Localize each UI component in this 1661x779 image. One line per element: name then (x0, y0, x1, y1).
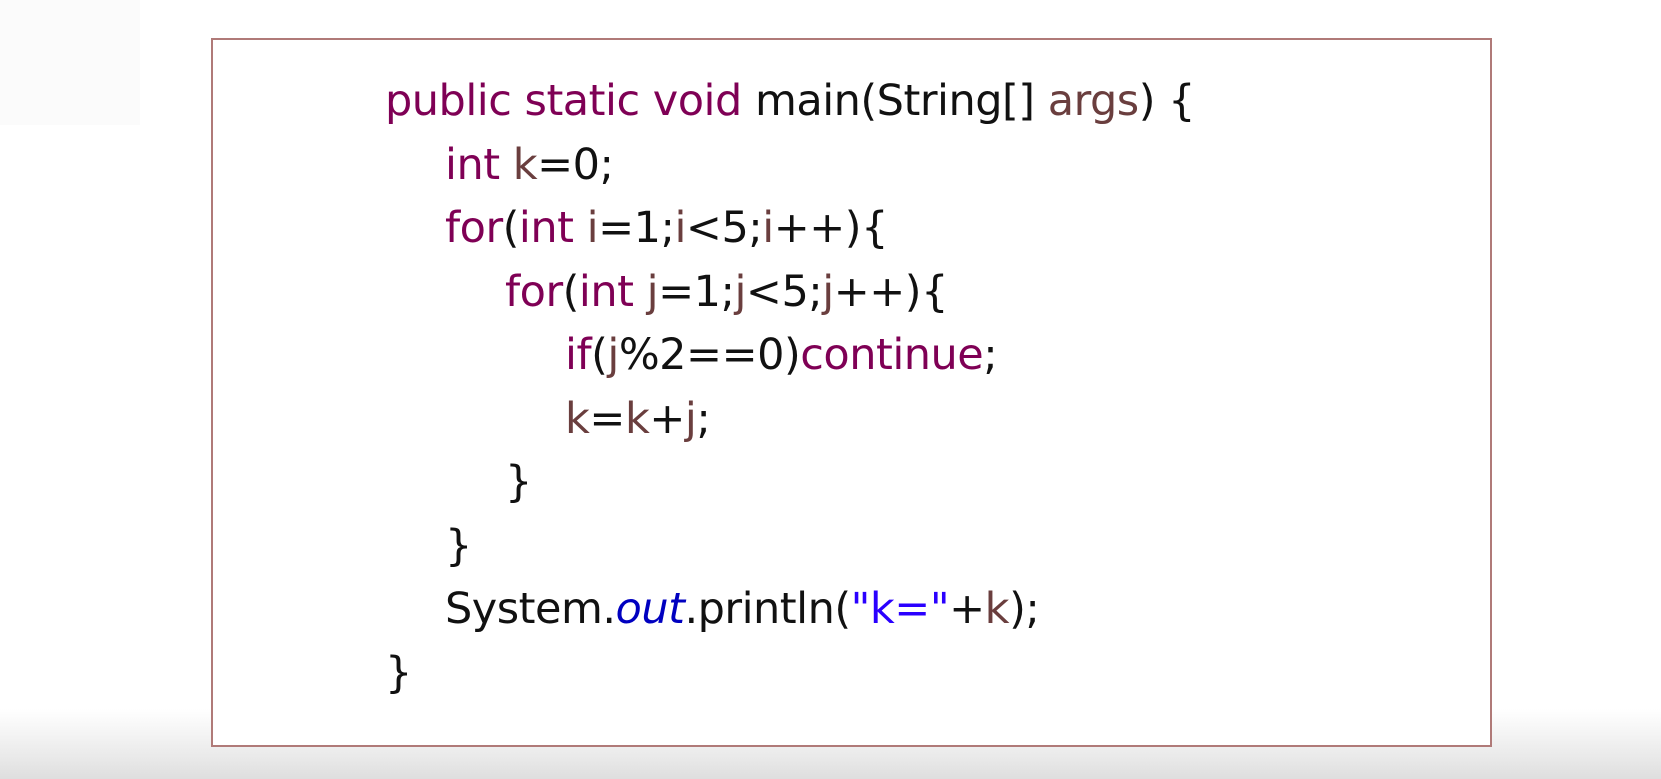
code-text: ++){ (773, 203, 889, 253)
code-text: } (385, 647, 412, 698)
code-variable: j (646, 266, 659, 317)
code-text: ( (591, 330, 608, 380)
code-text: = (589, 393, 625, 444)
code-text: ; (696, 393, 711, 444)
code-text: ( (502, 203, 520, 253)
code-variable: i (762, 203, 774, 253)
background-shade (0, 0, 140, 125)
code-listing: public static void main(String[] args) {… (385, 70, 1196, 706)
code-keyword: for (505, 266, 563, 317)
code-string: "k=" (850, 584, 950, 634)
code-text: + (649, 393, 685, 444)
code-text: =1; (598, 203, 675, 253)
code-variable: k (512, 139, 538, 190)
code-line: System.out.println("k="+k); (385, 578, 1195, 642)
code-text: ; (983, 330, 998, 380)
code-text: ) { (1138, 76, 1196, 126)
code-line: for(int i=1;i<5;i++){ (385, 197, 1195, 261)
code-variable: k (565, 393, 590, 444)
code-variable: i (586, 203, 599, 253)
code-line: int k=0; (385, 134, 1195, 198)
code-text: %2==0) (618, 330, 801, 380)
code-text: } (445, 520, 472, 571)
code-line: if(j%2==0)continue; (385, 324, 1195, 388)
code-text: ++){ (833, 266, 949, 317)
code-text: .println( (684, 584, 851, 634)
code-keyword: continue (800, 330, 984, 380)
code-variable: k (624, 393, 650, 444)
code-variable: args (1047, 76, 1139, 126)
code-variable: j (822, 266, 834, 317)
code-line: public static void main(String[] args) { (385, 70, 1196, 134)
code-variable: j (607, 330, 619, 380)
code-listing-box: public static void main(String[] args) {… (211, 38, 1492, 747)
code-keyword: int (518, 203, 587, 253)
code-text: System. (445, 584, 616, 634)
code-text: <5; (685, 203, 763, 253)
code-text: =0; (537, 139, 614, 190)
code-variable: j (734, 266, 746, 317)
code-line: for(int j=1;j<5;j++){ (385, 261, 1195, 325)
code-text: + (949, 584, 985, 634)
code-keyword: for (445, 203, 503, 253)
code-line: } (385, 515, 1195, 579)
code-line: } (385, 642, 1195, 706)
code-variable: j (684, 393, 697, 444)
code-keyword: if (565, 330, 592, 380)
code-line: k=k+j; (385, 388, 1195, 452)
code-text: main(String[] (754, 76, 1048, 126)
code-text: ); (1009, 584, 1040, 634)
code-text: } (505, 457, 532, 507)
code-line: } (385, 451, 1195, 515)
code-variable: k (984, 584, 1010, 634)
code-keyword: public static void (385, 76, 755, 126)
code-field: out (615, 584, 685, 634)
code-text: <5; (745, 266, 823, 317)
code-keyword: int (578, 266, 647, 317)
code-text: =1; (658, 266, 735, 317)
code-variable: i (674, 203, 686, 253)
code-keyword: int (445, 139, 513, 190)
code-text: ( (562, 266, 580, 317)
